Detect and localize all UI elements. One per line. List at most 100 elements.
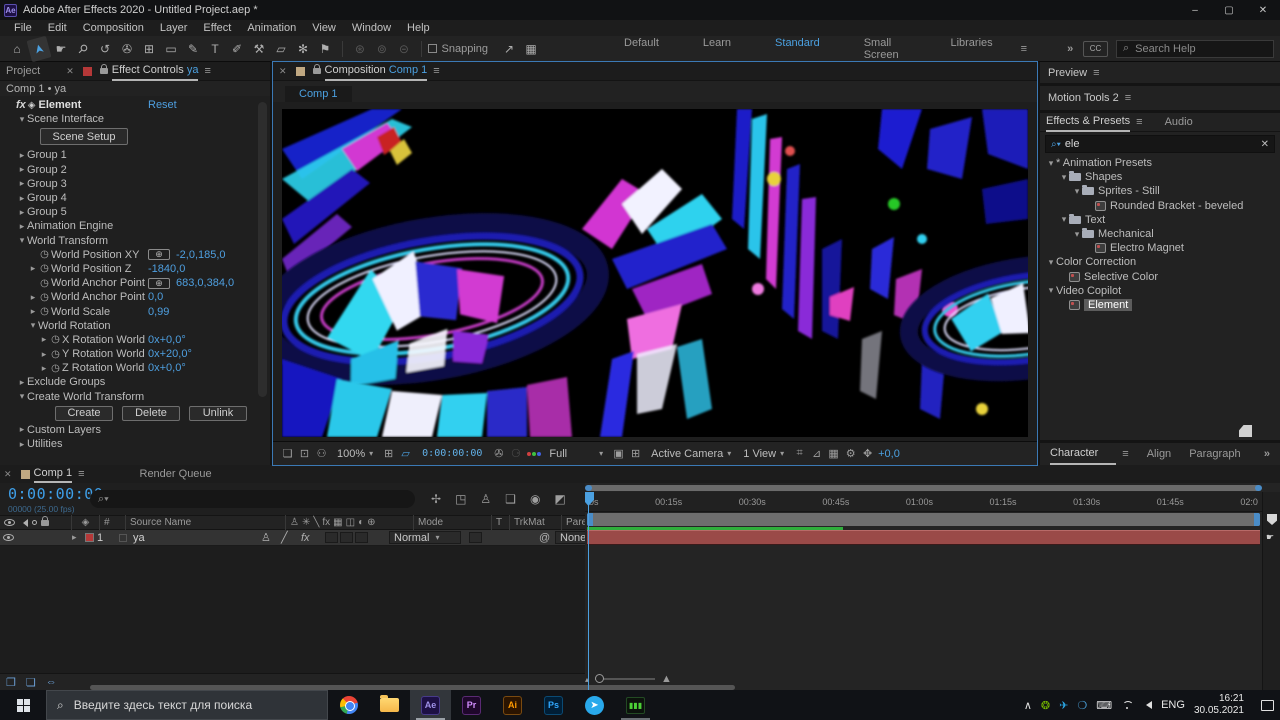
composition-artwork[interactable] — [282, 109, 1028, 437]
puppet-pin-tool-icon[interactable]: ⚑ — [314, 39, 336, 59]
effects-fx-icon[interactable]: fx — [322, 517, 330, 528]
twirl-icon[interactable]: ▸ — [28, 306, 38, 317]
tab-align[interactable]: Align — [1147, 448, 1189, 460]
work-area-bar[interactable] — [587, 513, 1260, 526]
panel-overflow-icon[interactable]: » — [1264, 448, 1270, 460]
close-tab-icon[interactable]: ✕ — [4, 469, 12, 480]
twirl-icon[interactable]: ▸ — [17, 377, 27, 388]
layer-shy-icon[interactable]: ♙ — [261, 530, 281, 546]
taskbar-app-premiere[interactable]: Pr — [451, 690, 492, 720]
sphere-tray-icon[interactable]: ❍ — [1077, 699, 1087, 712]
brush-tool-icon[interactable]: ✐ — [226, 39, 248, 59]
switches-modes-icon[interactable]: ⇔ — [46, 676, 57, 689]
menu-layer[interactable]: Layer — [152, 22, 196, 34]
effect-row-create-world-transform[interactable]: ▾Create World Transform — [0, 390, 270, 404]
main-viewer-icon[interactable]: ⊡ — [296, 447, 313, 460]
viewer-timecode[interactable]: 0:00:00:00 — [416, 448, 488, 459]
tab-timeline-comp1[interactable]: Comp 1 — [34, 465, 73, 483]
video-column-icon[interactable] — [4, 519, 15, 526]
three-d-icon[interactable]: ⊕ — [367, 517, 375, 528]
label-column-icon[interactable]: ◈ — [72, 515, 100, 530]
stopwatch-icon[interactable]: ◷ — [49, 363, 62, 374]
taskbar-app-after-effects[interactable]: Ae — [410, 690, 451, 720]
effect-row-animation-engine[interactable]: ▸Animation Engine — [0, 219, 270, 233]
property-value[interactable]: 683,0,384,0 — [176, 277, 234, 289]
layer-name[interactable]: ya — [133, 530, 261, 546]
pen-tool-icon[interactable]: ✎ — [182, 39, 204, 59]
pixel-aspect-icon[interactable]: ▦ — [825, 447, 842, 460]
draft-3d-icon[interactable]: ◳ — [455, 492, 466, 506]
graph-editor-icon[interactable]: ◩ — [554, 492, 565, 506]
camera-tool-icon[interactable]: ✇ — [116, 39, 138, 59]
menu-window[interactable]: Window — [344, 22, 399, 34]
workspace-menu-icon[interactable]: ≡ — [1021, 43, 1027, 55]
effect-row-custom-layers[interactable]: ▸Custom Layers — [0, 423, 270, 437]
workspace-libraries[interactable]: Libraries — [928, 37, 1014, 61]
cc-sync-icon[interactable]: CC — [1083, 41, 1108, 57]
viewer-tab-comp1[interactable]: Comp 1 — [285, 86, 352, 102]
anchor-picker-icon[interactable]: ⊕ — [148, 278, 170, 289]
mask-visibility-icon[interactable]: ⚇ — [313, 447, 330, 460]
trkmat-column[interactable]: TrkMat — [510, 515, 562, 530]
tab-audio[interactable]: Audio — [1165, 116, 1193, 128]
zoom-in-icon[interactable]: ▲ — [661, 673, 672, 685]
twirl-icon[interactable]: ▾ — [28, 320, 38, 331]
lock-column-icon[interactable] — [41, 520, 49, 526]
tab-character[interactable]: Character — [1050, 443, 1116, 465]
timeline-zoom-control[interactable]: ▴ ▲ — [585, 673, 672, 685]
effect-row-group-1[interactable]: ▸Group 1 — [0, 148, 270, 162]
transparency-grid-icon[interactable]: ⊞ — [627, 447, 644, 460]
twirl-icon[interactable]: ▸ — [17, 207, 27, 218]
draft-3d-icon[interactable]: ⊿ — [808, 447, 825, 460]
parent-pickwhip-icon[interactable]: @ — [539, 530, 555, 546]
channel-icon[interactable] — [526, 452, 542, 456]
close-icon[interactable]: ✕ — [1246, 0, 1280, 20]
gpu-tray-icon[interactable]: ❂ — [1041, 699, 1050, 712]
menu-help[interactable]: Help — [399, 22, 438, 34]
expand-layers-icon[interactable]: ❐ — [6, 676, 16, 689]
selection-tool-icon[interactable]: ➤ — [26, 35, 51, 61]
scene-setup-button[interactable]: Scene Setup — [40, 128, 128, 145]
effects-search-field[interactable]: ⌕▾ ele ✕ — [1045, 135, 1275, 153]
twirl-icon[interactable]: ▸ — [28, 292, 38, 303]
frame-blending-icon[interactable]: ❑ — [505, 492, 516, 506]
preset-row-video-copilot[interactable]: ▾Video Copilot — [1040, 284, 1280, 298]
language-indicator[interactable]: ENG — [1161, 699, 1185, 711]
take-snapshot-icon[interactable]: ✇ — [490, 447, 507, 460]
twirl-icon[interactable]: ▸ — [39, 363, 49, 374]
menu-view[interactable]: View — [304, 22, 344, 34]
wifi-icon[interactable] — [1121, 701, 1133, 710]
twirl-icon[interactable]: ▸ — [17, 193, 27, 204]
panel-menu-icon[interactable]: ≡ — [204, 65, 210, 77]
twirl-icon[interactable]: ▾ — [17, 114, 27, 125]
camera-nav-icon[interactable]: ✥ — [859, 447, 876, 460]
volume-icon[interactable] — [1142, 701, 1152, 709]
preset-row-element[interactable]: Element — [1040, 298, 1280, 312]
lock-icon[interactable] — [313, 68, 321, 74]
anchor-picker-icon[interactable]: ⊕ — [148, 249, 170, 260]
panel-menu-icon[interactable]: ≡ — [1122, 448, 1128, 460]
twirl-icon[interactable]: ▸ — [17, 150, 27, 161]
composition-mini-flowchart-icon[interactable]: ✢ — [431, 492, 441, 506]
effect-row-world-anchor-point[interactable]: ◷World Anchor Point⊕683,0,384,0 — [0, 276, 270, 290]
close-tab-icon[interactable]: ✕ — [66, 66, 74, 77]
workspace-learn[interactable]: Learn — [681, 37, 753, 61]
motion-blur-icon[interactable]: ◉ — [530, 492, 540, 506]
preset-row--animation-presets[interactable]: ▾* Animation Presets — [1040, 156, 1280, 170]
effect-row-world-scale[interactable]: ▸◷World Scale0,99 — [0, 304, 270, 318]
taskbar-search-field[interactable]: ⌕ Введите здесь текст для поиска — [46, 690, 328, 720]
menu-edit[interactable]: Edit — [40, 22, 75, 34]
effect-row-element[interactable]: fx◈ElementReset — [0, 98, 270, 112]
telegram-tray-icon[interactable]: ✈ — [1059, 699, 1068, 712]
maximize-icon[interactable]: ▢ — [1212, 0, 1246, 20]
preset-row-electro-magnet[interactable]: Electro Magnet — [1040, 241, 1280, 255]
menu-file[interactable]: File — [6, 22, 40, 34]
frame-blend-icon[interactable]: ◫ — [346, 517, 355, 528]
taskbar-app-photoshop[interactable]: Ps — [533, 690, 574, 720]
effect-row-group-2[interactable]: ▸Group 2 — [0, 163, 270, 177]
source-name-column[interactable]: Source Name — [126, 515, 286, 530]
show-snapshot-icon[interactable]: ⚆ — [507, 447, 524, 460]
magnification-dropdown[interactable]: 100%▾ — [332, 448, 378, 460]
stopwatch-icon[interactable]: ◷ — [38, 263, 51, 274]
notification-center-icon[interactable] — [1261, 700, 1274, 711]
